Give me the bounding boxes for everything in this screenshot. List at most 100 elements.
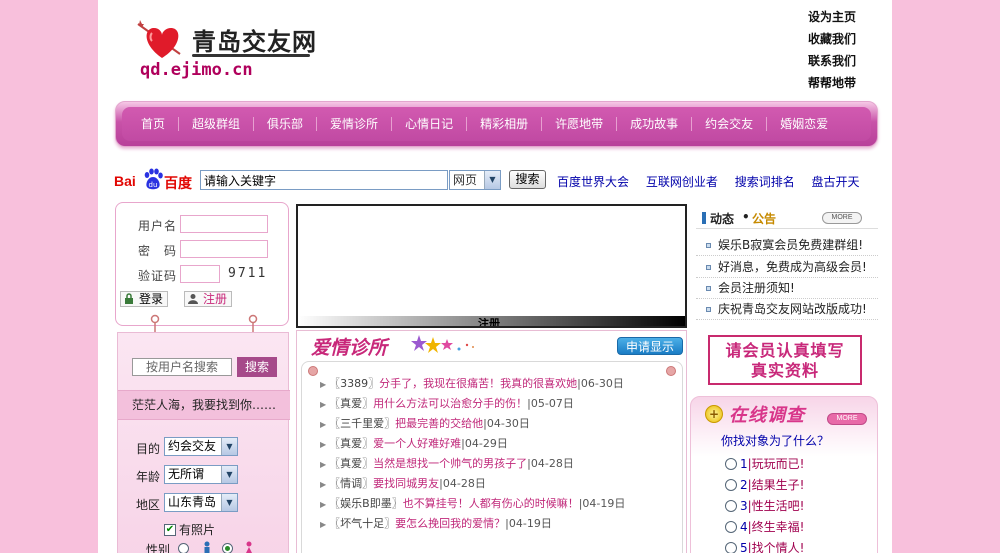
has-photo-checkbox[interactable]: ✔ 有照片 (164, 521, 215, 538)
search-type-value: 网页 (453, 173, 478, 187)
poll-radio[interactable] (725, 541, 737, 553)
nav-club[interactable]: 俱乐部 (254, 117, 318, 131)
search-link[interactable]: 百度世界大会 (557, 175, 629, 189)
square-bullet-icon (706, 265, 711, 270)
logo-underline (192, 54, 310, 57)
list-item[interactable]: ▶ 〖真爱〗爱一个人好难好难|04-29日 (320, 435, 508, 453)
poll-option[interactable]: 1 |玩玩而已! (725, 455, 805, 472)
site-domain: qd.ejimo.cn (140, 60, 253, 80)
banner-line-1: 请会员认真填写 (725, 341, 845, 360)
search-link[interactable]: 盘古开天 (812, 175, 860, 189)
purpose-label: 目的 (136, 442, 161, 456)
poll-option[interactable]: 4 |终生幸福! (725, 518, 805, 535)
nav-mood-diary[interactable]: 心情日记 (392, 117, 468, 131)
flash-banner[interactable]: 注册 (296, 204, 687, 328)
search-type-select[interactable]: 网页 ▼ (449, 170, 501, 190)
age-value: 无所谓 (168, 467, 205, 481)
baidu-logo[interactable]: Bai du 百度 (114, 168, 194, 194)
poll-radio[interactable] (725, 520, 737, 533)
nav-dating[interactable]: 约会交友 (692, 117, 768, 131)
search-link[interactable]: 互联网创业者 (646, 175, 718, 189)
list-item[interactable]: ▶ 〖娱乐B即墨〗也不算挂号！人都有伤心的时候嘛！|04-19日 (320, 495, 625, 513)
news-header: 动态 • 公告 MORE (696, 205, 878, 229)
region-select[interactable]: 山东青岛 ▼ (164, 493, 238, 512)
triangle-bullet-icon: ▶ (320, 380, 327, 389)
heart-arrow-icon (137, 20, 181, 58)
apply-display-button[interactable]: 申请显示 (617, 337, 683, 355)
has-photo-label: 有照片 (179, 523, 216, 537)
chevron-down-icon: ▼ (221, 438, 237, 455)
nav-love-clinic[interactable]: 爱情诊所 (317, 117, 393, 131)
real-info-banner[interactable]: 请会员认真填写 真实资料 (708, 335, 862, 385)
news-item[interactable]: 庆祝青岛交友网站改版成功! (696, 299, 878, 320)
poll-radio[interactable] (725, 457, 737, 470)
search-link[interactable]: 搜索词排名 (735, 175, 795, 189)
captcha-field[interactable] (180, 265, 220, 283)
purpose-value: 约会交友 (168, 439, 217, 453)
contact-link[interactable]: 联系我们 (808, 52, 856, 74)
list-item[interactable]: ▶ 〖坏气十足〗要怎么挽回我的爱情？|04-19日 (320, 515, 552, 533)
love-clinic-list: ▶ 〖3389〗分手了，我现在很痛苦！我真的很喜欢她|06-30日 ▶ 〖真爱〗用什… (301, 361, 683, 553)
baidu-logo-du: 百度 (164, 176, 192, 192)
love-clinic-panel: 爱情诊所 申请显示 ▶ 〖3389〗分手了，我现在很痛苦！我真的很喜欢她|06-3… (296, 330, 687, 553)
purpose-select[interactable]: 约会交友 ▼ (164, 437, 238, 456)
top-links: 设为主页 收藏我们 联系我们 帮帮地带 (808, 8, 856, 96)
nav-marriage[interactable]: 婚姻恋爱 (767, 117, 841, 131)
female-icon (246, 541, 252, 553)
login-button[interactable]: 登录 (120, 291, 169, 307)
baidu-search-button[interactable]: 搜索 (509, 170, 546, 189)
bookmark-link[interactable]: 收藏我们 (808, 30, 856, 52)
news-item[interactable]: 好消息，免费成为高级会员! (696, 257, 878, 278)
plus-icon: + (705, 405, 723, 423)
lock-icon (125, 293, 133, 304)
poll-radio[interactable] (725, 478, 737, 491)
news-item[interactable]: 娱乐B寂寞会员免费建群组! (696, 235, 878, 256)
stars-icon (411, 335, 474, 353)
list-item[interactable]: ▶ 〖3389〗分手了，我现在很痛苦！我真的很喜欢她|06-30日 (320, 375, 624, 393)
username-field[interactable] (180, 215, 268, 233)
nav-home[interactable]: 首页 (128, 117, 180, 131)
login-box: 用户名 密 码 验证码 9711 登录 注册 (115, 202, 289, 326)
square-bullet-icon (706, 286, 711, 291)
poll-option[interactable]: 3 |性生活吧! (725, 497, 805, 514)
poll-option[interactable]: 5 |找个情人! (725, 539, 805, 553)
list-item[interactable]: ▶ 〖三千里爱〗把最完善的交给他|04-30日 (320, 415, 530, 433)
search-links: 百度世界大会 互联网创业者 搜索词排名 盘古开天 (557, 173, 873, 190)
keyword-input[interactable]: 请输入关键字 (200, 170, 448, 190)
pin-icon (666, 366, 676, 376)
nav-success-stories[interactable]: 成功故事 (617, 117, 693, 131)
nav-super-groups[interactable]: 超级群组 (179, 117, 255, 131)
list-item[interactable]: ▶ 〖真爱〗当然是想找一个帅气的男孩子了|04-28日 (320, 455, 574, 473)
chevron-down-icon: ▼ (484, 171, 500, 189)
square-bullet-icon (706, 307, 711, 312)
news-title-dynamics: 动态 (710, 212, 735, 226)
nav-wishes[interactable]: 许愿地带 (542, 117, 618, 131)
poll-option[interactable]: 2 |结果生子! (725, 476, 805, 493)
poll-more-button[interactable]: MORE (827, 413, 867, 425)
banner-line-2: 真实资料 (750, 361, 819, 380)
region-value: 山东青岛 (168, 495, 217, 509)
triangle-bullet-icon: ▶ (320, 400, 327, 409)
paw-icon: du (144, 168, 163, 190)
register-button[interactable]: 注册 (184, 291, 233, 307)
news-more-button[interactable]: MORE (822, 212, 862, 224)
baidu-logo-bai: Bai (114, 173, 136, 189)
triangle-bullet-icon: ▶ (320, 460, 327, 469)
set-homepage-link[interactable]: 设为主页 (808, 8, 856, 30)
gender-radio-male[interactable] (178, 543, 189, 553)
member-search-button[interactable]: 搜索 (237, 357, 277, 377)
site-logo[interactable]: 青岛交友网 qd.ejimo.cn (118, 12, 318, 87)
list-item[interactable]: ▶ 〖真爱〗用什么方法可以治愈分手的伤！|05-07日 (320, 395, 574, 413)
list-item[interactable]: ▶ 〖情调〗要找同城男友|04-28日 (320, 475, 486, 493)
poll-question: 你找对象为了什么？ (721, 434, 830, 448)
gender-radio-female[interactable] (222, 543, 233, 553)
age-select[interactable]: 无所谓 ▼ (164, 465, 238, 484)
nav-albums[interactable]: 精彩相册 (467, 117, 543, 131)
news-item[interactable]: 会员注册须知! (696, 278, 878, 299)
triangle-bullet-icon: ▶ (320, 420, 327, 429)
username-search-input[interactable]: 按用户名搜索 (132, 358, 232, 376)
love-clinic-title: 爱情诊所 (311, 337, 388, 359)
password-field[interactable] (180, 240, 268, 258)
help-link[interactable]: 帮帮地带 (808, 74, 856, 96)
poll-radio[interactable] (725, 499, 737, 512)
